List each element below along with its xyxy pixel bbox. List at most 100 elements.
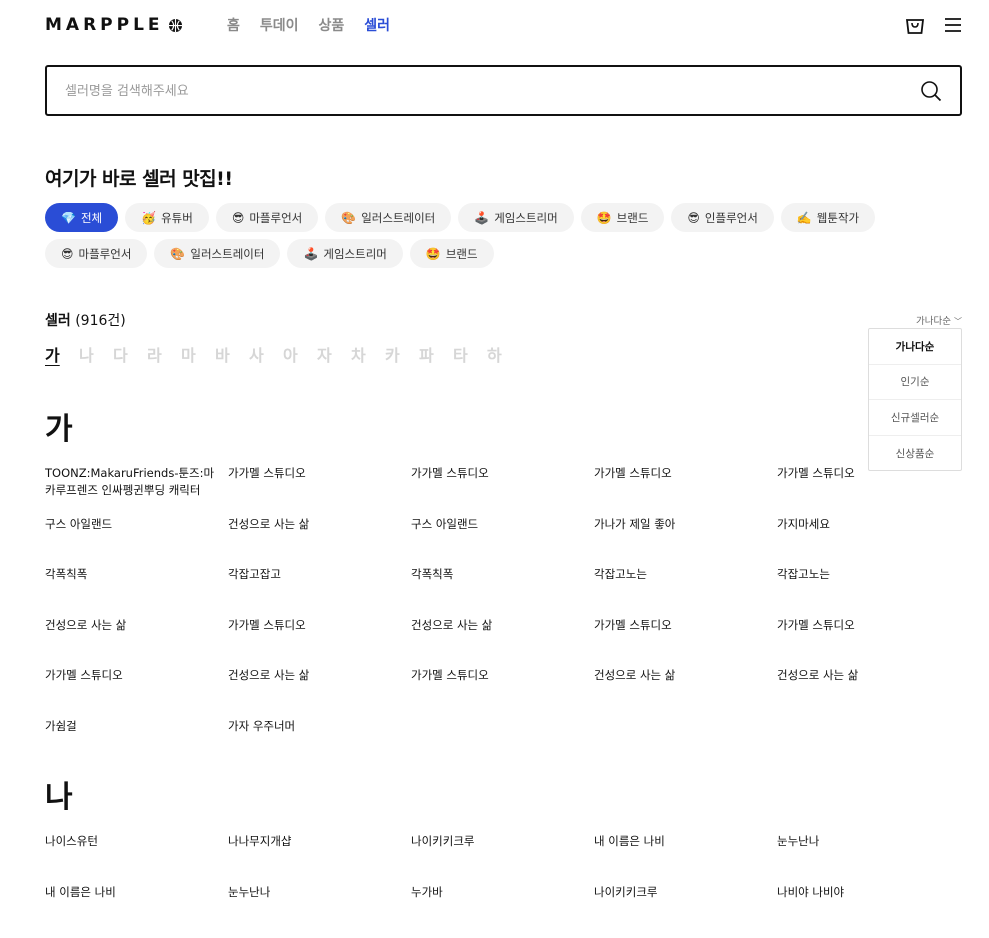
sort-option[interactable]: 가나다순 (869, 329, 961, 365)
seller-link[interactable]: 각잡고노는 (777, 566, 960, 617)
category-chip[interactable]: 🥳 유튜버 (125, 203, 209, 232)
sort-menu: 가나다순 인기순 신규셀러순 신상품순 (868, 328, 962, 471)
seller-link[interactable]: 건성으로 사는 삶 (45, 617, 228, 668)
seller-link[interactable]: 나비야 나비야 (777, 884, 960, 935)
chip-label: 인플루언서 (704, 210, 758, 225)
seller-link[interactable]: 가가멜 스튜디오 (228, 465, 411, 516)
nav-item[interactable]: 셀러 (364, 15, 390, 35)
chip-label: 브랜드 (616, 210, 649, 225)
index-letter[interactable]: 마 (181, 342, 215, 366)
seller-link[interactable]: 각폭칙폭 (411, 566, 594, 617)
logo[interactable]: MARPPLE (45, 15, 183, 35)
sort-option[interactable]: 신규셀러순 (869, 400, 961, 436)
seller-link[interactable]: 각잡고노는 (594, 566, 777, 617)
chip-label: 전체 (80, 210, 103, 225)
seller-link[interactable]: 가가멜 스튜디오 (411, 667, 594, 718)
seller-link[interactable]: 나이키키크루 (594, 884, 777, 935)
seller-link[interactable]: 건성으로 사는 삶 (228, 516, 411, 567)
logo-text: MARPPLE (45, 15, 164, 35)
index-letter[interactable]: 차 (351, 342, 385, 366)
index-letter[interactable]: 아 (283, 342, 317, 366)
search-box (45, 65, 962, 116)
index-letter[interactable]: 라 (147, 342, 181, 366)
index-letter[interactable]: 다 (113, 342, 147, 366)
chip-label: 마플루언서 (78, 246, 132, 261)
seller-link[interactable]: 건성으로 사는 삶 (411, 617, 594, 668)
index-letter[interactable]: 하 (487, 342, 521, 366)
seller-link[interactable]: 내 이름은 나비 (45, 884, 228, 935)
category-chip[interactable]: 🤩 브랜드 (409, 239, 494, 268)
index-letter[interactable]: 타 (453, 342, 487, 366)
seller-grid: 나이스유턴 나나무지개샵 나이키키크루 내 이름은 나비 눈누난나 내 이름은 나비 눈누난… (45, 833, 965, 934)
seller-link[interactable]: 가가멜 스튜디오 (777, 465, 960, 516)
category-chip[interactable]: 😎 마플루언서 (215, 203, 319, 232)
index-letter[interactable]: 나 (79, 342, 113, 366)
seller-link[interactable]: 가가멜 스튜디오 (228, 617, 411, 668)
seller-link[interactable]: 구스 아일랜드 (411, 516, 594, 567)
index-letter[interactable]: 자 (317, 342, 351, 366)
seller-link[interactable]: 나나무지개샵 (228, 833, 411, 884)
category-chip[interactable]: 🕹️ 게임스트리머 (458, 203, 574, 232)
seller-grid: TOONZ:MakaruFriends-툰즈:마카루프렌즈 인싸펭귄뿌딩 캐릭터… (45, 465, 965, 768)
chevron-down-icon: ﹀ (954, 317, 962, 326)
category-chip[interactable]: 🕹️ 게임스트리머 (287, 239, 403, 268)
category-chip[interactable]: 😎 마플루언서 (45, 239, 148, 268)
index-letter[interactable]: 파 (419, 342, 453, 366)
category-chip[interactable]: 💎 전체 (45, 203, 119, 232)
search-input[interactable] (65, 79, 905, 103)
seller-link[interactable]: 나이키키크루 (411, 833, 594, 884)
seller-link[interactable]: TOONZ:MakaruFriends-툰즈:마카루프렌즈 인싸펭귄뿌딩 캐릭터 (45, 465, 228, 516)
nav-item[interactable]: 투데이 (260, 15, 299, 35)
seller-link[interactable]: 가자 우주너머 (228, 718, 411, 769)
category-chip[interactable]: 🤩 브랜드 (580, 203, 665, 232)
seller-link[interactable]: 가나가 제일 좋아 (594, 516, 777, 567)
seller-link[interactable]: 눈누난나 (228, 884, 411, 935)
nav-item[interactable]: 상품 (319, 15, 345, 35)
chip-label: 게임스트리머 (494, 210, 558, 225)
chip-label: 브랜드 (445, 246, 478, 261)
sort-option[interactable]: 인기순 (869, 365, 961, 400)
seller-link[interactable]: 가가멜 스튜디오 (594, 465, 777, 516)
search-icon[interactable] (920, 80, 942, 102)
seller-link[interactable]: 각잡고잡고 (228, 566, 411, 617)
chip-emoji-icon: 😎 (687, 210, 700, 225)
seller-link[interactable]: 가쉼걸 (45, 718, 228, 769)
chip-emoji-icon: 🕹️ (474, 210, 490, 225)
seller-link[interactable]: 구스 아일랜드 (45, 516, 228, 567)
seller-count: 셀러 (916건) (45, 310, 126, 330)
seller-link[interactable]: 나이스유턴 (45, 833, 228, 884)
seller-link[interactable]: 건성으로 사는 삶 (594, 667, 777, 718)
seller-link[interactable]: 누가바 (411, 884, 594, 935)
chip-emoji-icon: 😎 (231, 210, 245, 225)
shopping-bag-icon[interactable] (904, 14, 926, 36)
category-chip[interactable]: ✍️ 웹툰작가 (780, 203, 876, 232)
chip-label: 웹툰작가 (816, 210, 860, 225)
seller-link[interactable]: 가가멜 스튜디오 (411, 465, 594, 516)
sort-current: 가나다순 (916, 316, 951, 327)
alphabet-index: 가나다라마바사아자차카파타하 (45, 342, 521, 366)
sort-dropdown[interactable]: 가나다순 ﹀ (916, 313, 962, 327)
chip-emoji-icon: ✍️ (796, 210, 812, 225)
index-letter[interactable]: 가 (45, 342, 79, 366)
seller-link[interactable]: 가가멜 스튜디오 (777, 617, 960, 668)
chip-emoji-icon: 🎨 (170, 246, 186, 261)
seller-link[interactable]: 가가멜 스튜디오 (45, 667, 228, 718)
seller-link[interactable]: 내 이름은 나비 (594, 833, 777, 884)
category-chip[interactable]: 🎨 일러스트레이터 (325, 203, 452, 232)
seller-link[interactable]: 가가멜 스튜디오 (594, 617, 777, 668)
category-chip[interactable]: 😎 인플루언서 (671, 203, 774, 232)
nav-item[interactable]: 홈 (227, 15, 240, 35)
category-chip[interactable]: 🎨 일러스트레이터 (154, 239, 281, 268)
seller-link[interactable]: 건성으로 사는 삶 (228, 667, 411, 718)
seller-link[interactable]: 각폭칙폭 (45, 566, 228, 617)
main-nav: 홈 투데이 상품 셀러 (227, 15, 390, 35)
seller-link[interactable]: 가지마세요 (777, 516, 960, 567)
chip-emoji-icon: 🥳 (141, 210, 157, 225)
seller-link[interactable]: 눈누난나 (777, 833, 960, 884)
seller-link[interactable]: 건성으로 사는 삶 (777, 667, 960, 718)
index-letter[interactable]: 사 (249, 342, 283, 366)
index-letter[interactable]: 카 (385, 342, 419, 366)
chip-emoji-icon: 💎 (61, 210, 76, 225)
index-letter[interactable]: 바 (215, 342, 249, 366)
hamburger-menu-icon[interactable] (942, 14, 964, 36)
